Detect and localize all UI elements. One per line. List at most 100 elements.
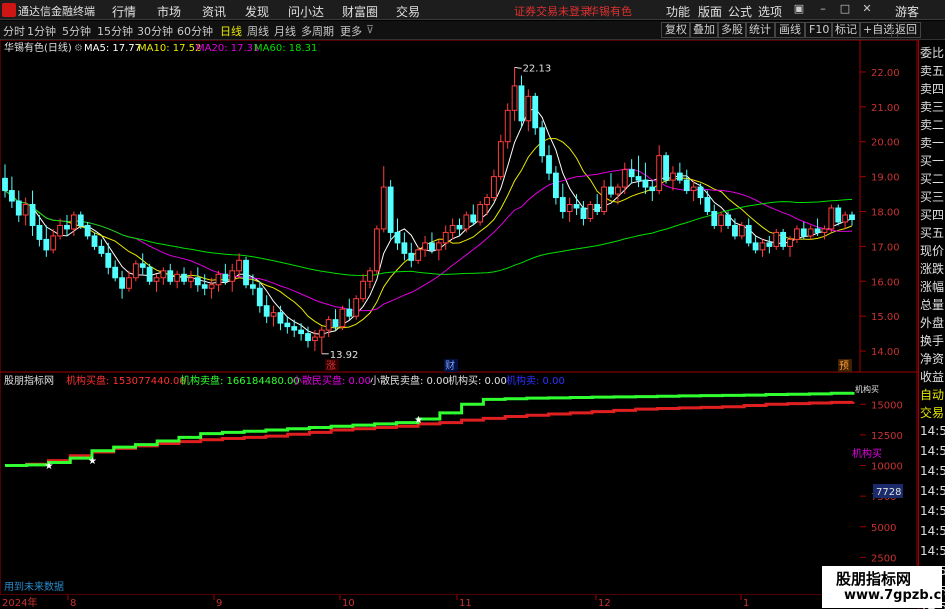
side-panel-item[interactable]: 换手 bbox=[920, 332, 944, 349]
candle-body[interactable] bbox=[849, 214, 855, 221]
candle-body[interactable] bbox=[305, 333, 311, 342]
candle-body[interactable] bbox=[642, 179, 649, 188]
tool-stats-button[interactable]: 统计 bbox=[745, 22, 775, 38]
candle-body[interactable] bbox=[422, 242, 428, 251]
candle-body[interactable] bbox=[380, 186, 387, 230]
candle-body[interactable] bbox=[477, 204, 484, 223]
candle-body[interactable] bbox=[367, 270, 373, 282]
period-intraday[interactable]: 分时 bbox=[3, 23, 25, 39]
candle-body[interactable] bbox=[98, 245, 105, 254]
menu-wealth[interactable]: 财富圈 bbox=[342, 3, 378, 20]
candle-body[interactable] bbox=[229, 270, 236, 282]
candle-body[interactable] bbox=[601, 186, 608, 212]
candle-body[interactable] bbox=[690, 186, 697, 192]
side-panel-item[interactable]: 买四 bbox=[920, 206, 944, 223]
candle-body[interactable] bbox=[270, 312, 277, 317]
period-15min[interactable]: 15分钟 bbox=[97, 23, 133, 39]
candle-body[interactable] bbox=[112, 266, 119, 279]
candle-body[interactable] bbox=[339, 308, 346, 328]
candle-body[interactable] bbox=[311, 336, 318, 342]
candle-body[interactable] bbox=[732, 224, 738, 237]
candle-body[interactable] bbox=[208, 284, 215, 289]
candle-body[interactable] bbox=[559, 197, 566, 213]
menu-news[interactable]: 资讯 bbox=[202, 3, 226, 20]
candle-body[interactable] bbox=[697, 186, 704, 199]
candle-body[interactable] bbox=[821, 228, 828, 233]
candle-body[interactable] bbox=[36, 224, 43, 240]
side-panel-item[interactable]: 14:56 bbox=[920, 424, 945, 438]
candle-body[interactable] bbox=[566, 204, 573, 212]
candle-body[interactable] bbox=[463, 214, 470, 230]
side-panel-item[interactable]: 委比 bbox=[920, 44, 944, 61]
candle-body[interactable] bbox=[22, 204, 29, 216]
candle-body[interactable] bbox=[15, 200, 22, 216]
candle-body[interactable] bbox=[194, 277, 201, 286]
candle-body[interactable] bbox=[504, 109, 511, 143]
side-panel-item[interactable]: 卖五 bbox=[920, 62, 944, 79]
candle-body[interactable] bbox=[408, 252, 415, 261]
candle-body[interactable] bbox=[683, 179, 690, 192]
candle-body[interactable] bbox=[318, 329, 325, 338]
period-daily[interactable]: 日线 bbox=[220, 23, 242, 39]
candle-body[interactable] bbox=[249, 284, 256, 289]
candle-body[interactable] bbox=[456, 224, 463, 230]
candle-body[interactable] bbox=[29, 204, 36, 226]
side-panel-item[interactable]: 14:56 bbox=[920, 464, 945, 478]
candle-body[interactable] bbox=[635, 176, 642, 181]
candle-body[interactable] bbox=[146, 266, 153, 282]
candle-body[interactable] bbox=[484, 197, 490, 206]
candle-body[interactable] bbox=[794, 228, 800, 240]
tool-draw-button[interactable]: 画线 bbox=[775, 22, 805, 38]
menu-discover[interactable]: 发现 bbox=[245, 3, 269, 20]
candle-body[interactable] bbox=[532, 95, 539, 129]
candle-body[interactable] bbox=[725, 214, 731, 226]
side-panel-item[interactable]: 卖四 bbox=[920, 80, 944, 97]
candle-body[interactable] bbox=[188, 277, 194, 282]
candle-body[interactable] bbox=[594, 204, 601, 212]
candle-body[interactable] bbox=[243, 259, 249, 286]
menu-layout[interactable]: 版面 bbox=[698, 3, 722, 20]
candle-body[interactable] bbox=[167, 270, 174, 282]
candle-body[interactable] bbox=[807, 228, 814, 237]
candle-body[interactable] bbox=[449, 224, 456, 233]
candle-body[interactable] bbox=[587, 204, 594, 219]
minimize-icon[interactable]: – bbox=[816, 2, 830, 16]
candle-body[interactable] bbox=[552, 172, 559, 199]
candle-body[interactable] bbox=[70, 214, 77, 230]
close-icon[interactable]: ✕ bbox=[860, 2, 874, 16]
tool-adjust-button[interactable]: 复权 bbox=[661, 22, 691, 38]
side-panel-item[interactable]: 14:56 bbox=[920, 524, 945, 538]
candle-body[interactable] bbox=[174, 273, 181, 282]
candle-body[interactable] bbox=[119, 277, 125, 289]
candle-body[interactable] bbox=[201, 284, 208, 289]
candle-body[interactable] bbox=[442, 231, 449, 244]
menu-function[interactable]: 功能 bbox=[666, 3, 690, 20]
side-panel-item[interactable]: 买一 bbox=[920, 152, 944, 169]
candle-body[interactable] bbox=[325, 319, 332, 331]
side-panel-item[interactable]: 涨幅 bbox=[920, 278, 944, 295]
candle-body[interactable] bbox=[222, 273, 229, 282]
candle-body[interactable] bbox=[256, 287, 263, 307]
candle-body[interactable] bbox=[84, 224, 91, 237]
candle-body[interactable] bbox=[525, 95, 532, 122]
menu-options[interactable]: 选项 bbox=[758, 3, 782, 20]
side-panel-item[interactable]: 总量 bbox=[920, 296, 944, 313]
period-30min[interactable]: 30分钟 bbox=[137, 23, 173, 39]
side-panel-item[interactable]: 14:56 bbox=[920, 544, 945, 558]
candle-body[interactable] bbox=[518, 85, 525, 122]
candle-body[interactable] bbox=[745, 224, 752, 244]
candle-body[interactable] bbox=[711, 211, 718, 226]
candle-body[interactable] bbox=[332, 319, 339, 328]
period-more-icon[interactable]: ⊽ bbox=[366, 23, 374, 36]
side-panel-item[interactable]: 现价 bbox=[920, 242, 944, 259]
marker-forecast[interactable]: 预 bbox=[839, 360, 849, 372]
candle-body[interactable] bbox=[50, 235, 57, 251]
user-label[interactable]: 游客 bbox=[895, 3, 919, 20]
candle-body[interactable] bbox=[132, 263, 139, 279]
menu-trade[interactable]: 交易 bbox=[396, 3, 420, 20]
marker-finance[interactable]: 财 bbox=[445, 359, 455, 372]
candle-body[interactable] bbox=[181, 273, 187, 282]
candle-body[interactable] bbox=[401, 242, 408, 254]
candle-body[interactable] bbox=[291, 326, 298, 331]
candle-body[interactable] bbox=[284, 322, 291, 328]
